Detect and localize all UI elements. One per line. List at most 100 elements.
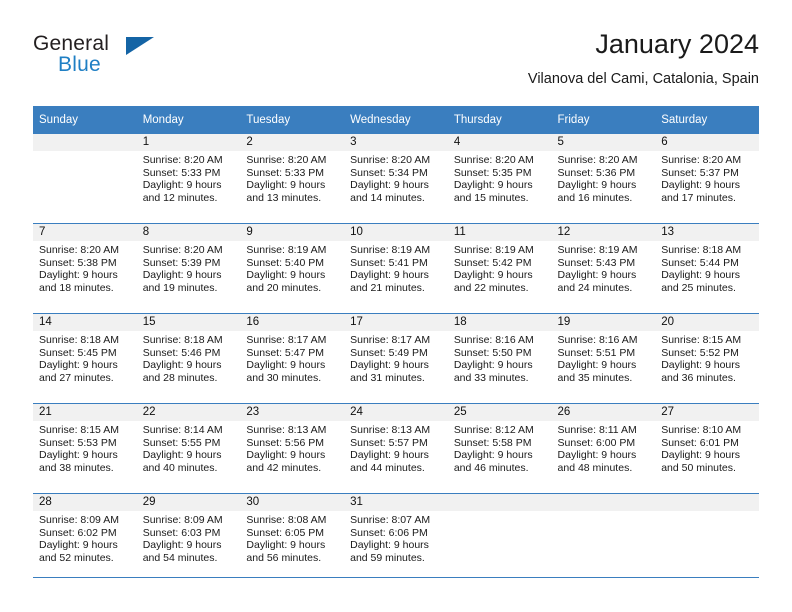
day-cell-inner: 31 Sunrise: 8:07 AM Sunset: 6:06 PM Dayligh… <box>344 494 448 583</box>
day-number: 3 <box>344 134 448 151</box>
weekday-header-sunday: Sunday <box>33 106 137 134</box>
day-cell-inner: 16 Sunrise: 8:17 AM Sunset: 5:47 PM Dayligh… <box>240 314 345 403</box>
calendar-day-cell[interactable]: 25 Sunrise: 8:12 AM Sunset: 5:58 PM Dayligh… <box>447 403 552 494</box>
day-cell-inner: 22 Sunrise: 8:14 AM Sunset: 5:55 PM Dayligh… <box>136 404 241 493</box>
day-cell-details: Sunrise: 8:20 AM Sunset: 5:37 PM Daylight:… <box>655 151 759 204</box>
sunrise-text: Sunrise: 8:16 AM <box>557 334 638 346</box>
calendar-day-cell[interactable]: 23 Sunrise: 8:13 AM Sunset: 5:56 PM Dayligh… <box>240 403 345 494</box>
calendar-day-cell[interactable]: 8 Sunrise: 8:20 AM Sunset: 5:39 PM Daylight… <box>136 223 241 314</box>
calendar-day-cell[interactable]: 15 Sunrise: 8:18 AM Sunset: 5:46 PM Dayligh… <box>136 313 241 404</box>
sunrise-text: Sunrise: 8:19 AM <box>350 244 431 256</box>
day-number: 11 <box>447 224 552 241</box>
calendar-day-cell[interactable]: 10 Sunrise: 8:19 AM Sunset: 5:41 PM Dayligh… <box>344 223 448 314</box>
generalblue-logo[interactable]: General Blue <box>33 32 233 82</box>
day-cell-inner: 14 Sunrise: 8:18 AM Sunset: 5:45 PM Dayligh… <box>33 314 137 403</box>
sunset-text: Sunset: 5:33 PM <box>246 166 325 179</box>
calendar-day-cell[interactable]: 19 Sunrise: 8:16 AM Sunset: 5:51 PM Dayligh… <box>551 313 656 404</box>
day-cell-details: Sunrise: 8:10 AM Sunset: 6:01 PM Daylight:… <box>655 421 759 474</box>
calendar-day-cell[interactable]: 5 Sunrise: 8:20 AM Sunset: 5:36 PM Daylight… <box>551 134 656 224</box>
daylight-text-cont: and 17 minutes. <box>661 191 736 204</box>
calendar-day-cell[interactable]: 27 Sunrise: 8:10 AM Sunset: 6:01 PM Dayligh… <box>655 403 759 494</box>
daylight-text-cont: and 25 minutes. <box>661 281 736 294</box>
day-cell-details: Sunrise: 8:17 AM Sunset: 5:47 PM Daylight:… <box>240 331 344 384</box>
day-number: 17 <box>344 314 448 331</box>
calendar-day-cell[interactable]: 7 Sunrise: 8:20 AM Sunset: 5:38 PM Daylight… <box>33 223 137 314</box>
day-number: 12 <box>551 224 656 241</box>
calendar-day-cell[interactable]: 31 Sunrise: 8:07 AM Sunset: 6:06 PM Dayligh… <box>344 493 448 583</box>
daylight-text: Daylight: 9 hours <box>557 179 637 192</box>
daylight-text: Daylight: 9 hours <box>39 269 118 282</box>
day-cell-details: Sunrise: 8:16 AM Sunset: 5:51 PM Daylight:… <box>552 331 656 384</box>
day-cell-details: Sunrise: 8:07 AM Sunset: 6:06 PM Daylight:… <box>344 511 448 564</box>
calendar-day-cell[interactable]: 9 Sunrise: 8:19 AM Sunset: 5:40 PM Daylight… <box>240 223 345 314</box>
sunrise-text: Sunrise: 8:19 AM <box>453 244 534 256</box>
day-cell-inner: 19 Sunrise: 8:16 AM Sunset: 5:51 PM Dayligh… <box>551 314 656 403</box>
sunset-text: Sunset: 5:55 PM <box>142 436 221 449</box>
sunset-text: Sunset: 5:35 PM <box>453 166 532 179</box>
calendar-day-cell[interactable]: 24 Sunrise: 8:13 AM Sunset: 5:57 PM Dayligh… <box>344 403 448 494</box>
day-cell-details: Sunrise: 8:13 AM Sunset: 5:56 PM Daylight:… <box>240 421 344 474</box>
day-cell-details: Sunrise: 8:18 AM Sunset: 5:46 PM Daylight:… <box>137 331 241 384</box>
daylight-text-cont: and 33 minutes. <box>453 371 529 384</box>
sunset-text: Sunset: 5:40 PM <box>246 256 325 269</box>
day-cell-details <box>552 511 656 514</box>
daylight-text-cont: and 50 minutes. <box>661 461 736 474</box>
calendar-day-cell[interactable]: 16 Sunrise: 8:17 AM Sunset: 5:47 PM Dayligh… <box>240 313 345 404</box>
calendar-day-cell[interactable]: 4 Sunrise: 8:20 AM Sunset: 5:35 PM Daylight… <box>447 134 552 224</box>
calendar-day-cell[interactable]: 14 Sunrise: 8:18 AM Sunset: 5:45 PM Dayligh… <box>33 313 137 404</box>
calendar-day-cell[interactable]: 11 Sunrise: 8:19 AM Sunset: 5:42 PM Dayligh… <box>447 223 552 314</box>
calendar-day-cell[interactable]: 18 Sunrise: 8:16 AM Sunset: 5:50 PM Dayligh… <box>447 313 552 404</box>
calendar-day-cell[interactable]: 20 Sunrise: 8:15 AM Sunset: 5:52 PM Dayligh… <box>655 313 759 404</box>
day-cell-details: Sunrise: 8:14 AM Sunset: 5:55 PM Daylight:… <box>137 421 241 474</box>
sunset-text: Sunset: 5:57 PM <box>350 436 428 449</box>
daylight-text-cont: and 13 minutes. <box>246 191 322 204</box>
calendar-day-cell[interactable]: 30 Sunrise: 8:08 AM Sunset: 6:05 PM Dayligh… <box>240 493 345 583</box>
title-block: January 2024 Vilanova del Cami, Cataloni… <box>528 28 759 89</box>
calendar-day-cell[interactable]: 6 Sunrise: 8:20 AM Sunset: 5:37 PM Daylight… <box>655 134 759 224</box>
sunset-text: Sunset: 6:00 PM <box>557 436 636 449</box>
calendar-day-cell[interactable]: 13 Sunrise: 8:18 AM Sunset: 5:44 PM Dayligh… <box>655 223 759 314</box>
calendar-day-cell[interactable]: 26 Sunrise: 8:11 AM Sunset: 6:00 PM Dayligh… <box>551 403 656 494</box>
sunrise-text: Sunrise: 8:20 AM <box>142 154 223 166</box>
daylight-text: Daylight: 9 hours <box>142 449 222 462</box>
calendar-day-cell[interactable]: 17 Sunrise: 8:17 AM Sunset: 5:49 PM Dayligh… <box>344 313 448 404</box>
day-number: 31 <box>344 494 448 511</box>
calendar-day-cell[interactable]: 3 Sunrise: 8:20 AM Sunset: 5:34 PM Daylight… <box>344 134 448 224</box>
day-number: 29 <box>136 494 241 511</box>
sunset-text: Sunset: 5:58 PM <box>453 436 532 449</box>
day-cell-inner: 12 Sunrise: 8:19 AM Sunset: 5:43 PM Dayligh… <box>551 224 656 313</box>
calendar-day-cell[interactable]: 21 Sunrise: 8:15 AM Sunset: 5:53 PM Dayligh… <box>33 403 137 494</box>
day-number: 2 <box>240 134 345 151</box>
sunrise-text: Sunrise: 8:09 AM <box>142 514 223 526</box>
calendar-day-cell[interactable]: 2 Sunrise: 8:20 AM Sunset: 5:33 PM Daylight… <box>240 134 345 224</box>
day-number: 6 <box>655 134 759 151</box>
daylight-text: Daylight: 9 hours <box>557 359 637 372</box>
day-cell-inner: 11 Sunrise: 8:19 AM Sunset: 5:42 PM Dayligh… <box>447 224 552 313</box>
daylight-text: Daylight: 9 hours <box>39 359 118 372</box>
daylight-text-cont: and 22 minutes. <box>453 281 529 294</box>
day-cell-details: Sunrise: 8:18 AM Sunset: 5:45 PM Daylight:… <box>33 331 137 384</box>
calendar-day-cell[interactable]: 28 Sunrise: 8:09 AM Sunset: 6:02 PM Dayligh… <box>33 493 137 583</box>
calendar-week-row: 14 Sunrise: 8:18 AM Sunset: 5:45 PM Dayligh… <box>33 313 759 404</box>
daylight-text: Daylight: 9 hours <box>246 539 326 552</box>
sunset-text: Sunset: 5:50 PM <box>453 346 532 359</box>
day-number <box>551 494 656 511</box>
calendar-day-cell[interactable]: 1 Sunrise: 8:20 AM Sunset: 5:33 PM Daylight… <box>136 134 241 224</box>
daylight-text-cont: and 56 minutes. <box>246 551 322 564</box>
sunrise-text: Sunrise: 8:20 AM <box>142 244 223 256</box>
sunset-text: Sunset: 5:43 PM <box>557 256 636 269</box>
calendar-day-cell[interactable]: 29 Sunrise: 8:09 AM Sunset: 6:03 PM Dayligh… <box>136 493 241 583</box>
day-number: 14 <box>33 314 137 331</box>
calendar-day-cell[interactable]: 22 Sunrise: 8:14 AM Sunset: 5:55 PM Dayligh… <box>136 403 241 494</box>
day-cell-details: Sunrise: 8:09 AM Sunset: 6:03 PM Daylight:… <box>137 511 241 564</box>
calendar-day-cell[interactable]: 12 Sunrise: 8:19 AM Sunset: 5:43 PM Dayligh… <box>551 223 656 314</box>
sunset-text: Sunset: 6:03 PM <box>142 526 221 539</box>
sunrise-text: Sunrise: 8:18 AM <box>39 334 119 346</box>
daylight-text: Daylight: 9 hours <box>350 539 429 552</box>
day-cell-details: Sunrise: 8:18 AM Sunset: 5:44 PM Daylight:… <box>655 241 759 294</box>
sunrise-text: Sunrise: 8:18 AM <box>142 334 223 346</box>
sunrise-text: Sunrise: 8:20 AM <box>246 154 327 166</box>
calendar-week-row: 21 Sunrise: 8:15 AM Sunset: 5:53 PM Dayligh… <box>33 403 759 494</box>
daylight-text-cont: and 27 minutes. <box>39 371 114 384</box>
sunset-text: Sunset: 6:05 PM <box>246 526 325 539</box>
